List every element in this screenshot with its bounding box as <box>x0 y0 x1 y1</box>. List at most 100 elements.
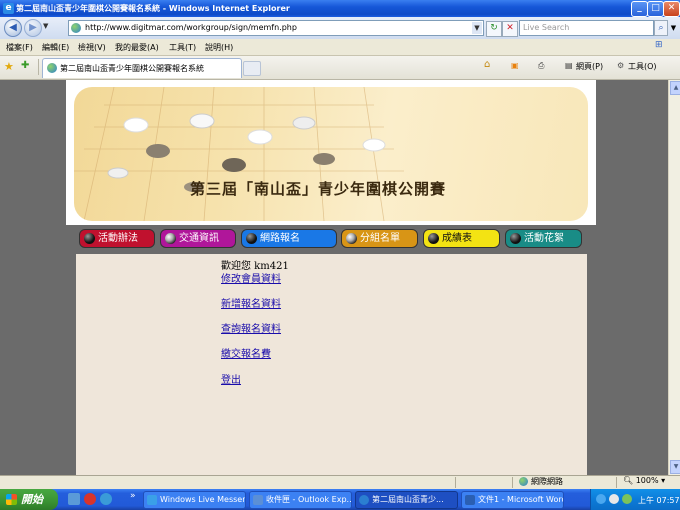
scroll-up-icon[interactable]: ▲ <box>670 81 680 95</box>
vertical-scrollbar[interactable]: ▲ ▼ <box>668 80 680 475</box>
nav-activity-photos[interactable]: 活動花絮 <box>505 229 582 248</box>
nav-transport-info[interactable]: 交通資訊 <box>160 229 236 248</box>
add-favorites-icon[interactable]: ✚ <box>21 60 29 71</box>
nav-label: 成績表 <box>442 233 472 244</box>
favorites-star-icon[interactable]: ★ <box>4 60 14 73</box>
refresh-button[interactable]: ↻ <box>486 21 502 37</box>
tools-menu[interactable]: 工具(O) <box>628 61 657 72</box>
ie-icon <box>359 495 369 505</box>
menu-file[interactable]: 檔案(F) <box>6 42 33 53</box>
menu-help[interactable]: 說明(H) <box>205 42 233 53</box>
nav-label: 活動辦法 <box>98 233 138 244</box>
forward-button[interactable]: ▶ <box>24 19 42 37</box>
minimize-button[interactable]: _ <box>631 1 648 17</box>
tray-messenger-icon[interactable] <box>622 494 632 504</box>
window-title: 第二屆南山盃青少年圍棋公開賽報名系統 - Windows Internet Ex… <box>16 4 290 13</box>
close-button[interactable]: ✕ <box>663 1 680 17</box>
search-dropdown-icon[interactable]: ▼ <box>669 20 678 36</box>
nav-label: 網路報名 <box>260 233 300 244</box>
nav-group-list[interactable]: 分組名單 <box>341 229 418 248</box>
task-button[interactable]: Windows Live Messen... <box>143 491 246 509</box>
zoom-dropdown-icon[interactable]: ▾ <box>661 476 665 485</box>
nav-label: 活動花絮 <box>524 233 564 244</box>
go-stone-icon <box>428 233 439 244</box>
scroll-down-icon[interactable]: ▼ <box>670 460 680 474</box>
logout-link[interactable]: 登出 <box>221 371 241 386</box>
page-globe-icon <box>71 23 81 33</box>
quicklaunch-more-icon[interactable]: » <box>130 491 136 501</box>
window-title-bar[interactable]: e 第二屆南山盃青少年圍棋公開賽報名系統 - Windows Internet … <box>0 0 680 17</box>
zoom-icon: 🔍︎ <box>623 476 634 485</box>
go-stone-icon <box>346 233 357 244</box>
nav-results-table[interactable]: 成績表 <box>423 229 500 248</box>
zoom-level[interactable]: 🔍︎ 100% ▾ <box>623 476 665 485</box>
stop-button[interactable]: ✕ <box>502 21 518 37</box>
tab-page-icon <box>47 63 57 73</box>
menu-tools[interactable]: 工具(T) <box>169 42 196 53</box>
separator <box>616 477 617 488</box>
ie-logo-icon: e <box>3 3 14 14</box>
address-url[interactable]: http://www.digitmar.com/workgroup/sign/m… <box>85 23 297 32</box>
tray-volume-icon[interactable] <box>609 494 619 504</box>
separator <box>38 59 39 75</box>
messenger-icon <box>147 495 157 505</box>
task-button[interactable]: 收件匣 - Outlook Exp... <box>249 491 352 509</box>
menu-bar: 檔案(F) 編輯(E) 檢視(V) 我的最愛(A) 工具(T) 說明(H) <box>0 39 680 56</box>
taskbar-clock[interactable]: 上午 07:57 <box>638 495 680 506</box>
banner-image: 第三屆「南山盃」青少年圍棋公開賽 <box>74 87 588 221</box>
separator <box>512 477 513 488</box>
search-icon[interactable]: ⌕ <box>654 20 668 36</box>
member-content-panel: 歡迎您 km421 修改會員資料 新增報名資料 查詢報名資料 繳交報名費 登出 <box>76 254 587 475</box>
security-zone: 網際網路 <box>519 476 563 487</box>
start-label: 開始 <box>21 493 43 506</box>
new-tab-button[interactable] <box>243 61 261 76</box>
menu-edit[interactable]: 編輯(E) <box>42 42 69 53</box>
status-bar <box>0 475 680 489</box>
go-board-illustration <box>74 87 404 221</box>
back-button[interactable]: ◀ <box>4 19 22 37</box>
go-stone-icon <box>84 233 95 244</box>
go-stone-icon <box>510 233 521 244</box>
quicklaunch-desktop-icon[interactable] <box>68 493 80 505</box>
zoom-value: 100% <box>635 476 659 485</box>
windows-flag-icon <box>6 494 17 505</box>
zone-label: 網際網路 <box>531 477 563 486</box>
page-icon: ▤ <box>565 61 573 70</box>
outlook-express-icon <box>253 495 263 505</box>
tray-network-icon[interactable] <box>596 494 606 504</box>
rss-feed-icon[interactable]: ▣ <box>511 61 519 70</box>
separator <box>455 477 456 488</box>
internet-zone-icon <box>519 477 528 486</box>
task-label: 收件匣 - Outlook Exp... <box>266 495 352 504</box>
home-icon[interactable]: ⌂ <box>484 59 490 70</box>
search-input[interactable]: Live Search <box>519 20 654 36</box>
quicklaunch-app-icon[interactable] <box>84 493 96 505</box>
pay-fee-link[interactable]: 繳交報名費 <box>221 345 271 360</box>
address-bar[interactable]: http://www.digitmar.com/workgroup/sign/m… <box>68 20 484 36</box>
nav-online-registration[interactable]: 網路報名 <box>241 229 337 248</box>
go-stone-icon <box>246 233 257 244</box>
tab-label: 第二屆南山盃青少年圍棋公開賽報名系統 <box>60 64 204 73</box>
windows-flag-icon: ⊞ <box>655 40 663 50</box>
nav-label: 交通資訊 <box>179 233 219 244</box>
maximize-button[interactable]: □ <box>647 1 664 17</box>
start-button[interactable]: 開始 <box>0 489 58 510</box>
browser-tab[interactable]: 第二屆南山盃青少年圍棋公開賽報名系統 <box>42 58 242 78</box>
menu-favorites[interactable]: 我的最愛(A) <box>115 42 159 53</box>
history-dropdown-icon[interactable]: ▼ <box>43 22 48 30</box>
task-label: 第二屆南山盃青少... <box>372 495 444 504</box>
add-registration-link[interactable]: 新增報名資料 <box>221 295 281 310</box>
banner-title: 第三屆「南山盃」青少年圍棋公開賽 <box>190 180 447 198</box>
print-icon[interactable]: ⎙ <box>538 61 544 71</box>
task-label: 文件1 - Microsoft Word <box>478 495 564 504</box>
menu-view[interactable]: 檢視(V) <box>78 42 106 53</box>
query-registration-link[interactable]: 查詢報名資料 <box>221 320 281 335</box>
quicklaunch-ie-icon[interactable] <box>100 493 112 505</box>
page-menu[interactable]: 網頁(P) <box>576 61 603 72</box>
edit-member-link[interactable]: 修改會員資料 <box>221 270 281 285</box>
task-button-active[interactable]: 第二屆南山盃青少... <box>355 491 458 509</box>
word-icon <box>465 495 475 505</box>
address-dropdown-icon[interactable]: ▼ <box>472 22 482 34</box>
task-button[interactable]: 文件1 - Microsoft Word <box>461 491 564 509</box>
nav-activity-rules[interactable]: 活動辦法 <box>79 229 155 248</box>
